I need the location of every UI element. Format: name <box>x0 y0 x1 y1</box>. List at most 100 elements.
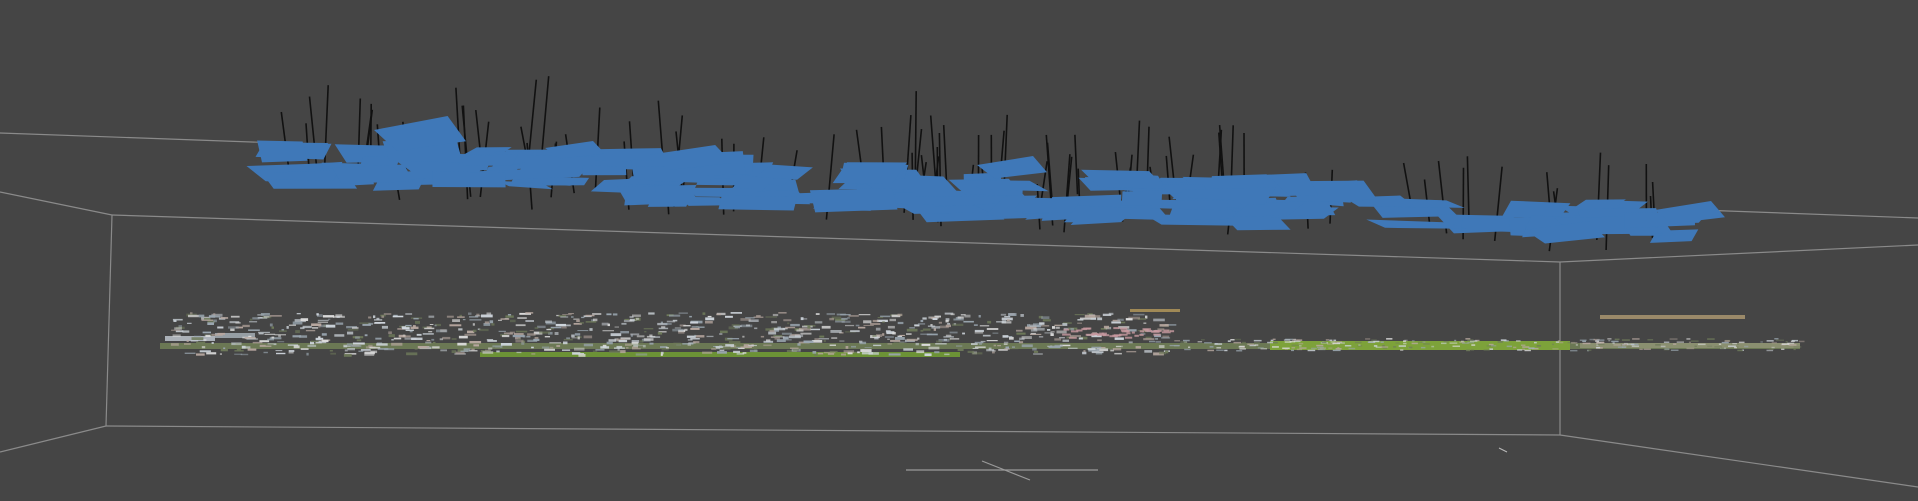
point-cloud-point <box>576 319 580 323</box>
camera-frustum[interactable] <box>1150 199 1229 211</box>
point-cloud-point <box>1082 351 1087 355</box>
camera-frustum[interactable] <box>257 140 308 163</box>
camera-frustums[interactable] <box>246 116 1726 244</box>
point-cloud-point <box>725 344 735 347</box>
point-cloud-point <box>190 339 199 342</box>
camera-frustum[interactable] <box>809 188 898 213</box>
point-cloud-point <box>276 352 286 355</box>
point-cloud-point <box>500 318 510 320</box>
point-cloud-point <box>754 327 758 330</box>
point-cloud-point <box>660 353 663 356</box>
point-cloud-point <box>300 348 309 350</box>
point-cloud-point <box>644 331 647 333</box>
point-cloud-point <box>1317 348 1326 351</box>
3d-scene-canvas[interactable] <box>0 0 1918 501</box>
point-cloud-point <box>539 331 550 334</box>
point-cloud-point <box>202 331 211 334</box>
point-cloud-point <box>1688 341 1691 344</box>
point-cloud-point <box>979 325 990 327</box>
point-cloud-point <box>742 335 745 338</box>
point-cloud-point <box>493 347 500 349</box>
camera-frustum[interactable] <box>432 171 506 188</box>
point-cloud-point <box>1311 347 1317 350</box>
point-cloud-point <box>1325 339 1330 341</box>
point-cloud-point <box>537 325 546 329</box>
point-cloud-point <box>690 338 700 340</box>
point-cloud-point <box>964 314 971 318</box>
point-cloud-point <box>1521 344 1526 346</box>
point-cloud-point <box>636 335 645 338</box>
point-cloud-point <box>531 346 534 349</box>
camera-frustum[interactable] <box>718 195 798 211</box>
camera-frustum[interactable] <box>582 165 627 176</box>
point-cloud-point <box>428 331 433 333</box>
point-cloud-point <box>1021 344 1033 348</box>
point-cloud-point <box>962 332 965 335</box>
point-cloud-point <box>310 340 319 343</box>
point-cloud-point <box>534 337 539 339</box>
point-cloud-point <box>1408 346 1413 349</box>
camera-frustum[interactable] <box>332 164 414 184</box>
point-cloud-point <box>1101 342 1110 344</box>
point-cloud-point <box>267 338 274 341</box>
point-cloud-point <box>463 348 471 351</box>
point-cloud-point <box>1139 333 1144 336</box>
point-cloud-point <box>617 347 620 351</box>
point-cloud-point <box>932 318 938 320</box>
point-cloud-point <box>614 326 619 328</box>
point-cloud-point <box>351 345 362 348</box>
camera-frustum[interactable] <box>1012 197 1082 213</box>
point-cloud-point <box>1551 343 1555 346</box>
point-cloud-point <box>322 339 329 343</box>
point-cloud-point <box>429 324 434 325</box>
point-cloud-point <box>705 321 713 324</box>
point-cloud-point <box>1088 315 1101 318</box>
point-cloud-point <box>1365 338 1371 340</box>
3d-viewport[interactable] <box>0 0 1918 501</box>
point-cloud-point <box>311 323 322 326</box>
point-cloud-point <box>1117 318 1124 321</box>
point-cloud-point <box>841 320 851 323</box>
point-cloud-point <box>1596 346 1601 349</box>
point-cloud-point <box>1216 349 1224 351</box>
point-cloud-point <box>1483 349 1490 351</box>
point-cloud-point <box>1151 330 1160 333</box>
point-cloud-point <box>375 337 382 340</box>
point-cloud-point <box>872 319 879 323</box>
point-cloud-point <box>643 338 654 341</box>
point-cloud-point <box>931 326 941 329</box>
point-cloud-point <box>219 353 222 355</box>
point-cloud-point <box>738 347 745 349</box>
camera-frustum[interactable] <box>458 154 518 166</box>
point-cloud-point <box>595 349 605 351</box>
point-cloud-point <box>1173 345 1180 347</box>
point-cloud-point <box>234 350 244 352</box>
point-cloud-point <box>561 326 567 329</box>
point-cloud-point <box>794 334 804 338</box>
point-cloud-point <box>1207 349 1214 352</box>
point-cloud-point <box>1299 347 1307 349</box>
point-cloud-point <box>1534 341 1537 344</box>
point-cloud-point <box>848 347 859 349</box>
point-cloud-point <box>876 334 883 337</box>
point-cloud-point <box>347 328 359 331</box>
point-cloud-point <box>376 343 388 346</box>
point-cloud-point <box>1579 339 1587 341</box>
point-cloud-point <box>220 349 228 352</box>
point-cloud-point <box>863 324 874 326</box>
point-cloud-point <box>1254 342 1260 344</box>
point-cloud-point <box>505 315 514 318</box>
point-cloud-point <box>1012 346 1015 348</box>
point-cloud-point <box>405 329 414 331</box>
point-cloud-point <box>1781 348 1785 350</box>
point-cloud-point <box>957 316 964 319</box>
point-cloud-point <box>1114 337 1124 340</box>
point-cloud-point <box>1159 351 1167 355</box>
point-cloud-point <box>1500 339 1507 341</box>
point-cloud-point <box>620 331 629 334</box>
point-cloud-point <box>1077 322 1082 324</box>
point-cloud-point <box>458 328 463 331</box>
point-cloud-point <box>296 313 301 315</box>
camera-frustum[interactable] <box>1501 200 1571 219</box>
point-cloud-point <box>1239 348 1246 350</box>
